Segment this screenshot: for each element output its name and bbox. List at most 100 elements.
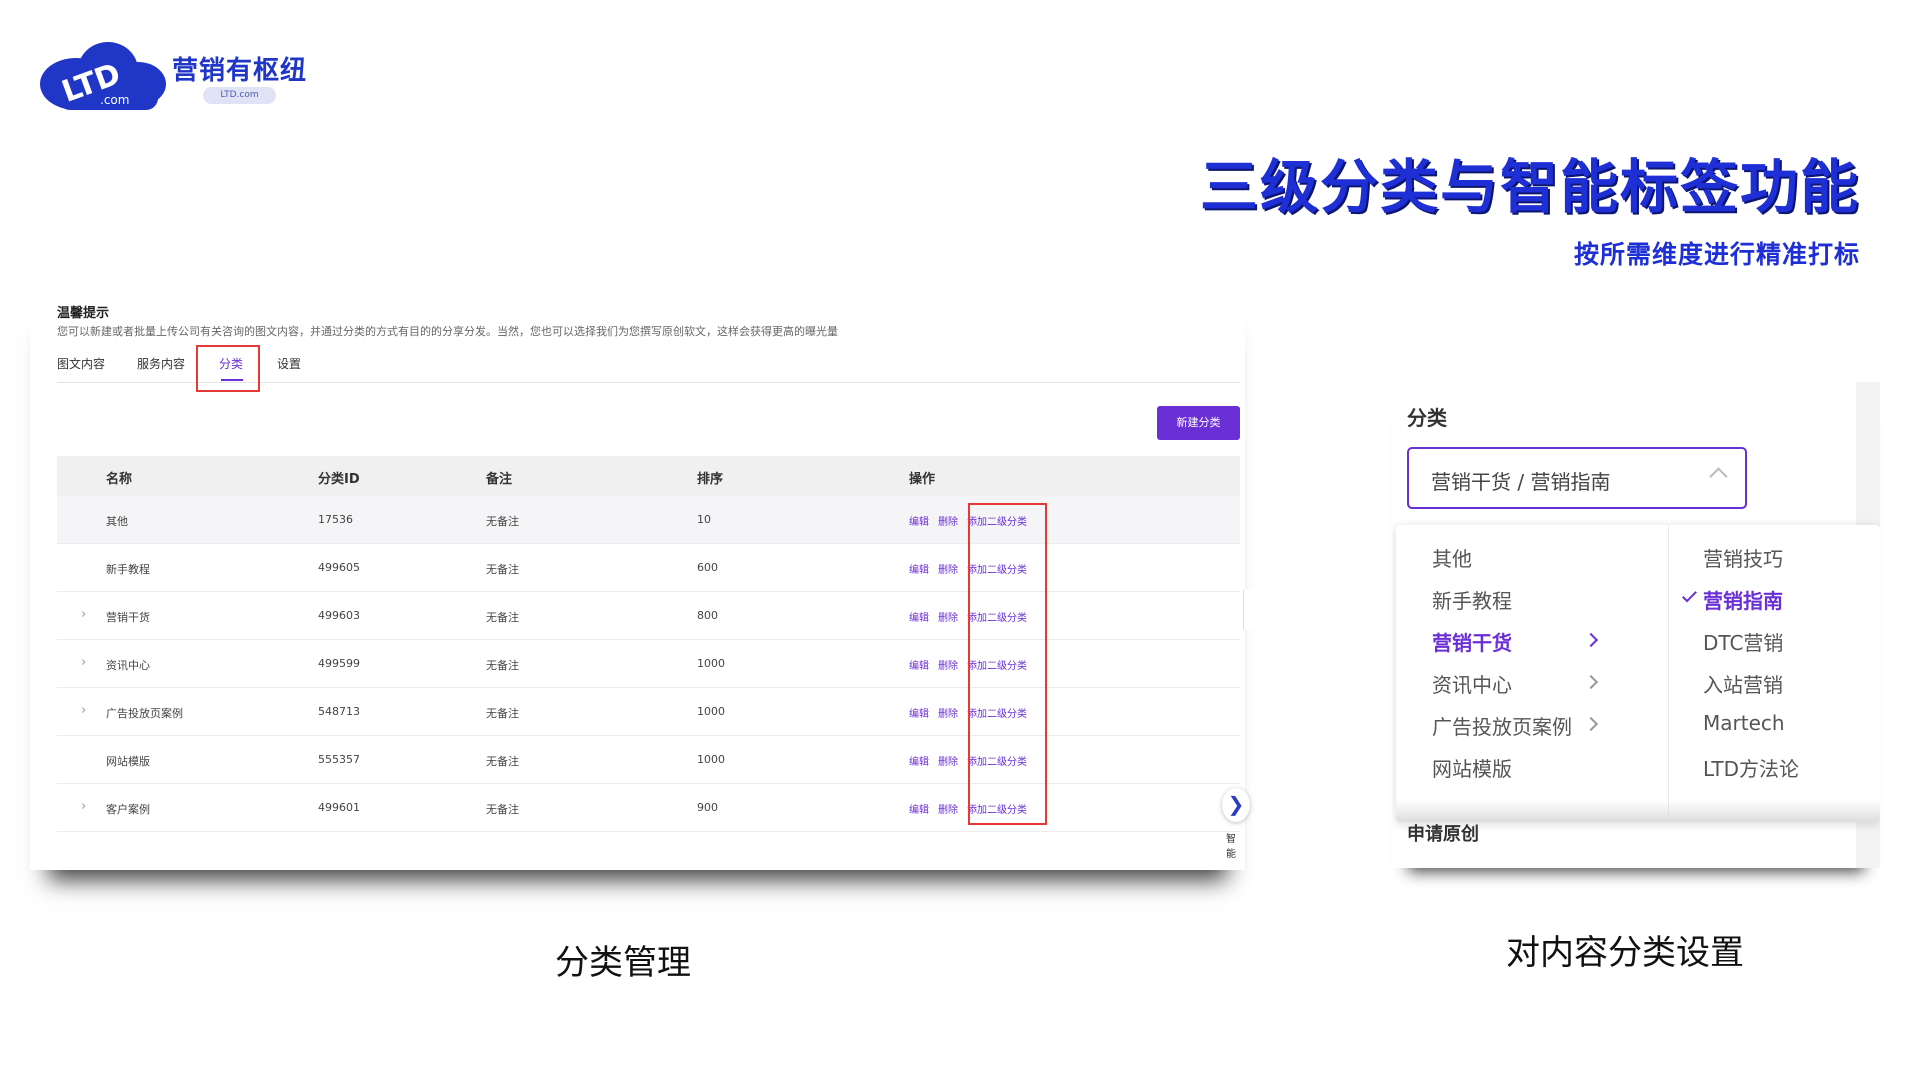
expand-row-icon[interactable]: › (81, 799, 86, 814)
category-management-panel: 温馨提示 您可以新建或者批量上传公司有关咨询的图文内容，并通过分类的方式有目的的… (30, 290, 1253, 870)
cascader-option[interactable]: DTC营销 (1703, 627, 1783, 656)
row-category-id: 555357 (318, 753, 360, 766)
row-note: 无备注 (486, 515, 519, 528)
row-sort: 800 (697, 609, 718, 622)
edit-link[interactable]: 编辑 (909, 609, 929, 624)
table-row: 新手教程 499605 无备注 600 编辑 删除 添加二级分类 (57, 544, 1240, 592)
chevron-up-icon (1709, 467, 1728, 486)
row-sort: 900 (697, 801, 718, 814)
tab-services[interactable]: 服务内容 (137, 355, 185, 372)
col-note: 备注 (486, 472, 513, 487)
expand-row-icon[interactable]: › (81, 655, 86, 670)
row-note: 无备注 (486, 611, 519, 624)
edit-link[interactable]: 编辑 (909, 801, 929, 816)
dropdown-scroll-fade (1396, 800, 1880, 822)
cascader-option[interactable]: 营销干货 (1432, 627, 1512, 656)
delete-link[interactable]: 删除 (938, 705, 958, 720)
cascader-option[interactable]: 营销技巧 (1703, 543, 1783, 572)
delete-link[interactable]: 删除 (938, 561, 958, 576)
table-row: › 客户案例 499601 无备注 900 编辑 删除 添加二级分类 (57, 784, 1240, 832)
col-actions: 操作 (909, 472, 936, 487)
edit-link[interactable]: 编辑 (909, 705, 929, 720)
category-selector-panel: 分类 营销干货 / 营销指南 申请原创 其他新手教程营销干货资讯中心广告投放页案… (1392, 382, 1880, 868)
delete-link[interactable]: 删除 (938, 801, 958, 816)
svg-text:.com: .com (100, 93, 129, 107)
tip-text: 您可以新建或者批量上传公司有关咨询的图文内容，并通过分类的方式有目的的分享分发。… (57, 325, 838, 338)
brand-name: 营销有枢纽 (172, 56, 308, 86)
row-note: 无备注 (486, 563, 519, 576)
row-note: 无备注 (486, 803, 519, 816)
cascader-option[interactable]: 新手教程 (1432, 585, 1512, 614)
category-select-value: 营销干货 / 营销指南 (1431, 470, 1611, 494)
cascader-option[interactable]: LTD方法论 (1703, 753, 1799, 782)
row-name: 其他 (106, 515, 128, 528)
delete-link[interactable]: 删除 (938, 609, 958, 624)
table-header: 名称 分类ID 备注 排序 操作 (57, 456, 1240, 496)
category-select[interactable]: 营销干货 / 营销指南 (1407, 447, 1747, 509)
edit-link[interactable]: 编辑 (909, 561, 929, 576)
right-caption: 对内容分类设置 (1506, 933, 1744, 973)
cascader-option[interactable]: 网站模版 (1432, 753, 1512, 782)
row-name: 广告投放页案例 (106, 707, 183, 720)
add-subcategory-highlight-box (968, 503, 1047, 825)
row-sort: 10 (697, 513, 711, 526)
row-category-id: 17536 (318, 513, 353, 526)
apply-original-label: 申请原创 (1407, 824, 1479, 845)
side-drawer-handle[interactable] (1243, 590, 1253, 630)
tab-settings[interactable]: 设置 (277, 355, 301, 372)
cascader-level-2: 营销技巧营销指南 DTC营销入站营销 Martech LTD方法论 (1670, 525, 1880, 822)
col-name: 名称 (106, 472, 133, 487)
col-sort: 排序 (697, 472, 724, 487)
row-category-id: 548713 (318, 705, 360, 718)
row-name: 网站模版 (106, 755, 150, 768)
expand-row-icon[interactable]: › (81, 607, 86, 622)
row-name: 营销干货 (106, 611, 150, 624)
row-sort: 600 (697, 561, 718, 574)
delete-link[interactable]: 删除 (938, 753, 958, 768)
delete-link[interactable]: 删除 (938, 657, 958, 672)
row-name: 客户案例 (106, 803, 150, 816)
cascader-option[interactable]: 入站营销 (1703, 669, 1783, 698)
checkmark-icon (1682, 587, 1697, 603)
row-sort: 1000 (697, 657, 725, 670)
row-sort: 1000 (697, 705, 725, 718)
cascader-option[interactable]: 营销指南 (1703, 585, 1783, 614)
brand-logo: LTD .com 营销有枢纽 LTD.com (38, 40, 318, 120)
expand-row-icon[interactable]: › (81, 703, 86, 718)
row-name: 资讯中心 (106, 659, 150, 672)
row-name: 新手教程 (106, 563, 150, 576)
brand-domain: LTD.com (203, 87, 276, 104)
edit-link[interactable]: 编辑 (909, 657, 929, 672)
left-caption: 分类管理 (555, 943, 691, 983)
table-row: › 资讯中心 499599 无备注 1000 编辑 删除 添加二级分类 (57, 640, 1240, 688)
tip-title: 温馨提示 (57, 306, 110, 321)
row-category-id: 499603 (318, 609, 360, 622)
row-category-id: 499601 (318, 801, 360, 814)
row-note: 无备注 (486, 755, 519, 768)
category-label: 分类 (1407, 406, 1447, 430)
table-row: 网站模版 555357 无备注 1000 编辑 删除 添加二级分类 (57, 736, 1240, 784)
cascader-option[interactable]: 广告投放页案例 (1432, 711, 1572, 740)
subheadline: 按所需维度进行精准打标 (1573, 240, 1860, 269)
chevron-right-icon (1583, 674, 1599, 690)
edit-link[interactable]: 编辑 (909, 753, 929, 768)
row-sort: 1000 (697, 753, 725, 766)
row-category-id: 499605 (318, 561, 360, 574)
edit-link[interactable]: 编辑 (909, 513, 929, 528)
col-id: 分类ID (318, 472, 360, 487)
delete-link[interactable]: 删除 (938, 513, 958, 528)
cascader-option[interactable]: 资讯中心 (1432, 669, 1512, 698)
row-note: 无备注 (486, 707, 519, 720)
table-row: › 广告投放页案例 548713 无备注 1000 编辑 删除 添加二级分类 (57, 688, 1240, 736)
chevron-right-icon (1583, 632, 1599, 648)
tab-articles[interactable]: 图文内容 (57, 355, 105, 372)
new-category-button[interactable]: 新建分类 (1157, 406, 1240, 440)
cascader-level-1: 其他新手教程营销干货资讯中心广告投放页案例 网站模版 (1396, 525, 1669, 822)
cascader-option[interactable]: 其他 (1432, 543, 1472, 572)
row-category-id: 499599 (318, 657, 360, 670)
table-row: › 营销干货 499603 无备注 800 编辑 删除 添加二级分类 (57, 592, 1240, 640)
smart-assistant-button[interactable]: ❯ (1222, 788, 1250, 822)
cascader-option[interactable]: Martech (1703, 711, 1785, 735)
headline: 三级分类与智能标签功能 (1199, 153, 1860, 221)
category-cascader-dropdown: 其他新手教程营销干货资讯中心广告投放页案例 网站模版 营销技巧营销指南 DTC营销入… (1396, 525, 1880, 822)
